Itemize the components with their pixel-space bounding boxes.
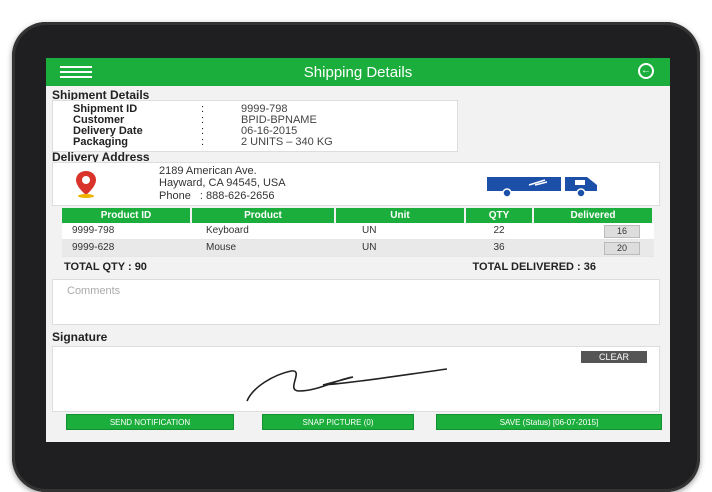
shipment-card: Shipment ID : 9999-798 Customer : BPID-B… [52,100,458,152]
phone-label: Phone [159,190,191,202]
table-row[interactable]: 9999-798 Keyboard UN 22 16 [62,223,654,240]
delivered-field[interactable]: 20 [604,242,640,255]
address-line-2: Hayward, CA 94545, USA [159,177,286,189]
back-arrow-icon[interactable]: ← [638,63,654,79]
product-table: Product ID Product Unit QTY Delivered 99… [62,208,654,257]
snap-picture-button[interactable]: SNAP PICTURE (0) [262,414,414,430]
totals-row: TOTAL QTY : 90 TOTAL DELIVERED : 36 [64,261,654,273]
col-unit: Unit [336,208,464,223]
delivery-card: 2189 American Ave. Hayward, CA 94545, US… [52,162,660,206]
signature-label: Signature [52,330,108,344]
packaging-value: 2 UNITS – 340 KG [241,136,333,148]
total-qty: TOTAL QTY : 90 [64,261,147,273]
phone-value[interactable]: : 888-626-2656 [200,190,275,202]
col-product: Product [192,208,334,223]
col-delivered: Delivered [534,208,652,223]
delivery-truck-icon [487,177,597,198]
app-bar: Shipping Details ← [46,58,670,86]
table-header: Product ID Product Unit QTY Delivered [62,208,654,223]
phone-line: Phone : 888-626-2656 [159,190,275,203]
signature-stroke [246,368,448,402]
delivered-field[interactable]: 16 [604,225,640,238]
col-product-id: Product ID [62,208,190,223]
signature-pad[interactable]: CLEAR [52,346,660,412]
total-delivered: TOTAL DELIVERED : 36 [472,261,596,273]
send-notification-button[interactable]: SEND NOTIFICATION [66,414,234,430]
comments-input[interactable]: Comments [52,279,660,325]
app-screen: Shipping Details ← Shipment Details Ship… [46,58,670,442]
location-pin-icon [76,171,96,198]
save-button[interactable]: SAVE (Status) [06-07-2015] [436,414,662,430]
page-title: Shipping Details [303,64,413,81]
clear-signature-button[interactable]: CLEAR [581,351,647,363]
comments-placeholder: Comments [67,285,121,297]
table-row[interactable]: 9999-628 Mouse UN 36 20 [62,240,654,257]
col-qty: QTY [466,208,532,223]
